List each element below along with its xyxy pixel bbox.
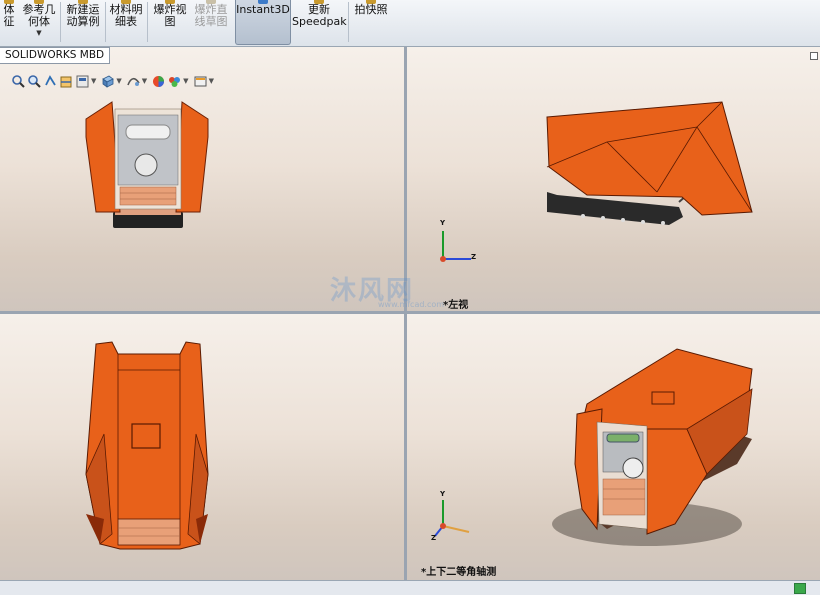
update-speedpak-label: 更新 Speedpak [292, 3, 347, 28]
display-style-icon[interactable] [127, 75, 140, 88]
chevron-down-icon[interactable]: ▼ [91, 77, 96, 85]
exploded-view-button[interactable]: 爆炸视图 [150, 0, 190, 44]
exploded-view-label: 爆炸视图 [153, 3, 187, 28]
instant3d-label: Instant3D [236, 3, 290, 16]
new-motion-study-button[interactable]: 新建运 动算例 [63, 0, 103, 44]
coordinate-triad: Y Z [431, 490, 481, 542]
take-snapshot-label: 拍快照 [354, 3, 388, 16]
view-name-label: *上下二等角轴测 [421, 567, 497, 578]
viewport-bottom-right[interactable]: Y Z *上下二等角轴测 [407, 314, 820, 580]
chevron-down-icon[interactable]: ▼ [209, 77, 214, 85]
coordinate-triad: Y Z [433, 219, 479, 269]
tab-solidworks-mbd[interactable]: SOLIDWORKS MBD [0, 47, 111, 64]
command-manager-ribbon: 体征 参考几 何体 ▼ 新建运 动算例 材料明 细表 爆炸视图 爆炸直 线草图 Inst… [0, 0, 820, 47]
bill-of-materials-label: 材料明 细表 [109, 3, 143, 28]
feature-button-partial[interactable]: 体征 [0, 0, 18, 44]
status-indicator-icon [794, 583, 806, 594]
previous-view-icon[interactable] [44, 74, 57, 88]
model-top-view [85, 341, 209, 550]
maximize-viewport-icon[interactable] [810, 52, 818, 60]
instant3d-button[interactable]: Instant3D [235, 0, 291, 45]
feature-button-label: 体征 [3, 3, 15, 28]
take-snapshot-button[interactable]: 拍快照 [351, 0, 391, 44]
chevron-down-icon[interactable]: ▼ [142, 77, 147, 85]
toolbar-separator [105, 2, 106, 42]
new-motion-study-label: 新建运 动算例 [66, 3, 100, 28]
triad-y-label: Y [440, 490, 446, 498]
viewport-top-right[interactable]: Y Z *左视 [407, 47, 820, 311]
toolbar-separator [348, 2, 349, 42]
bill-of-materials-button[interactable]: 材料明 细表 [107, 0, 145, 44]
viewport-bottom-left[interactable] [0, 314, 404, 580]
view-orientation-icon[interactable] [101, 75, 115, 88]
chevron-down-icon[interactable]: ▼ [20, 29, 58, 37]
triad-z-label: Z [431, 534, 437, 542]
chevron-down-icon[interactable]: ▼ [183, 77, 188, 85]
toolbar-separator [60, 2, 61, 42]
triad-y-label: Y [440, 219, 446, 227]
edit-appearance-icon[interactable] [152, 75, 165, 88]
heads-up-view-toolbar: ▼ ▼ ▼ ▼ ▼ [12, 72, 216, 90]
apply-scene-icon[interactable] [168, 75, 181, 88]
dynamic-annotation-icon[interactable] [76, 75, 89, 88]
explode-line-sketch-button[interactable]: 爆炸直 线草图 [190, 0, 232, 44]
triad-z-label: Z [471, 253, 477, 261]
chevron-down-icon[interactable]: ▼ [116, 77, 121, 85]
model-left-view [546, 101, 753, 225]
view-settings-icon[interactable] [194, 75, 207, 88]
reference-geometry-button[interactable]: 参考几 何体 ▼ [20, 0, 58, 44]
zoom-to-fit-icon[interactable] [12, 74, 25, 88]
watermark-url: www.mfcad.com [378, 300, 445, 309]
view-name-label: *左视 [443, 300, 469, 311]
toolbar-separator [147, 2, 148, 42]
zoom-to-area-icon[interactable] [28, 74, 41, 88]
viewport-splitter-horizontal[interactable] [0, 311, 820, 314]
update-speedpak-button[interactable]: 更新 Speedpak [292, 0, 347, 44]
status-bar [0, 580, 820, 595]
reference-geometry-label: 参考几 何体 [22, 3, 56, 28]
section-view-icon[interactable] [60, 75, 73, 88]
explode-line-sketch-label: 爆炸直 线草图 [194, 3, 228, 28]
